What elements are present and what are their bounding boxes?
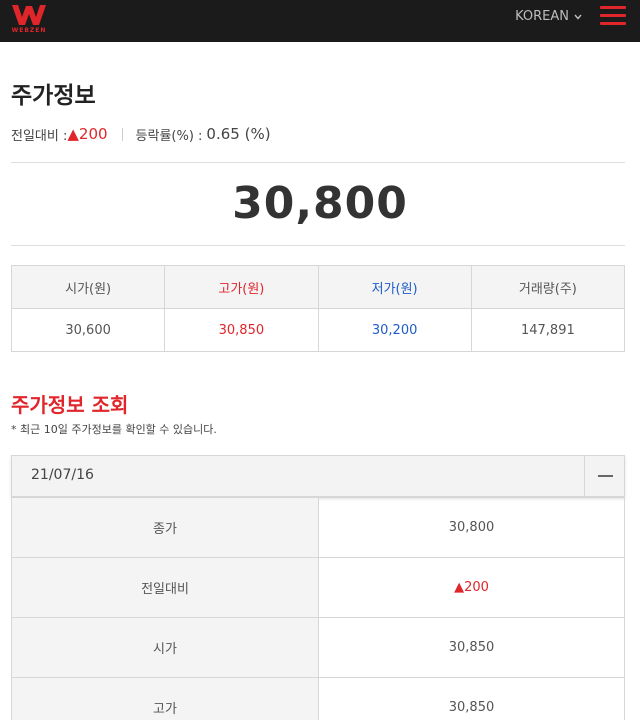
high-row-value: 30,850 (318, 677, 625, 720)
current-price: 30,800 (232, 178, 408, 229)
table-row: 종가 30,800 (11, 497, 625, 558)
webzen-w-icon (12, 5, 46, 25)
change-label: 전일대비 : (11, 128, 68, 144)
rate-value: 0.65 (%) (206, 125, 271, 143)
open-price-value: 30,600 (10, 308, 166, 352)
volume-value: 147,891 (470, 308, 626, 352)
history-detail-table: 종가 30,800 전일대비 ▲200 시가 30,850 고가 30,850 (11, 497, 625, 720)
change-summary: 전일대비 : ▲200 등락률(%) : 0.65 (%) (11, 124, 271, 144)
webzen-logo[interactable]: WEBZEN (10, 3, 48, 37)
open-row-label: 시가 (11, 617, 319, 678)
divider-bottom (11, 245, 625, 246)
change-value: ▲200 (67, 125, 108, 143)
top-bar: WEBZEN KOREAN (0, 0, 640, 42)
table-row: 전일대비 ▲200 (11, 557, 625, 618)
divider-top (11, 162, 625, 163)
close-price-value: 30,800 (318, 497, 625, 558)
language-label: KOREAN (515, 9, 569, 24)
table-row: 시가 30,850 (11, 617, 625, 678)
change-row-label: 전일대비 (11, 557, 319, 618)
high-price-header: 고가(원) (164, 265, 319, 309)
high-price-value: 30,850 (164, 308, 319, 352)
history-date: 21/07/16 (31, 467, 94, 483)
change-row-value: ▲200 (318, 557, 625, 618)
table-row: 고가 30,850 (11, 677, 625, 720)
table-row: 30,600 30,850 30,200 147,891 (10, 308, 626, 352)
section-title: 주가정보 조회 (11, 393, 129, 417)
rate-label: 등락률(%) : (135, 128, 203, 144)
volume-header: 거래량(주) (470, 265, 626, 309)
table-header-row: 시가(원) 고가(원) 저가(원) 거래량(주) (10, 265, 626, 309)
low-price-header: 저가(원) (317, 265, 472, 309)
logo-text: WEBZEN (11, 27, 47, 34)
hamburger-icon[interactable] (600, 6, 626, 26)
history-accordion-header[interactable]: 21/07/16 (11, 455, 625, 497)
open-price-header: 시가(원) (10, 265, 166, 309)
collapse-minus-icon[interactable] (584, 456, 624, 496)
price-summary-table: 시가(원) 고가(원) 저가(원) 거래량(주) 30,600 30,850 3… (10, 265, 626, 352)
divider (121, 127, 123, 141)
page-title: 주가정보 (11, 83, 96, 109)
language-selector[interactable]: KOREAN (515, 8, 582, 26)
history-note: * 최근 10일 주가정보를 확인할 수 있습니다. (11, 423, 217, 436)
high-row-label: 고가 (11, 677, 319, 720)
open-row-value: 30,850 (318, 617, 625, 678)
chevron-down-icon (574, 14, 582, 20)
close-price-label: 종가 (11, 497, 319, 558)
low-price-value: 30,200 (317, 308, 472, 352)
